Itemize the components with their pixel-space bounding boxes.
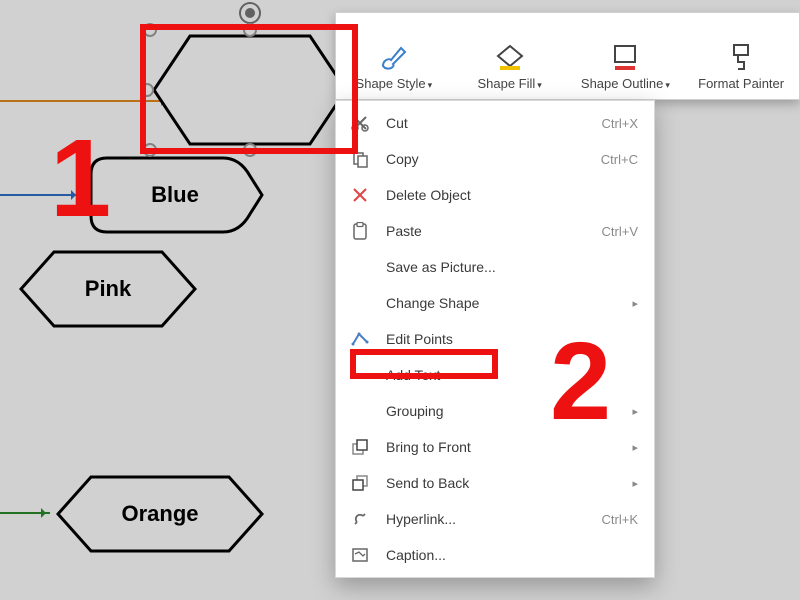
handle-sw[interactable] (143, 143, 157, 157)
shape-fill-label: Shape Fill (477, 76, 535, 91)
edit-points-icon (350, 329, 370, 349)
menu-caption-label: Caption... (386, 547, 446, 563)
menu-cut-shortcut: Ctrl+X (602, 116, 638, 131)
arrow-green (0, 512, 50, 514)
hyperlink-icon (350, 509, 370, 529)
menu-save-as-picture-label: Save as Picture... (386, 259, 496, 275)
menu-cut[interactable]: Cut Ctrl+X (336, 105, 654, 141)
shape-orange[interactable]: Orange (55, 475, 265, 553)
menu-add-text-label: Add Text (386, 367, 440, 383)
menu-bring-to-front-label: Bring to Front (386, 439, 471, 455)
menu-copy-shortcut: Ctrl+C (601, 152, 638, 167)
delete-icon (350, 185, 370, 205)
menu-copy[interactable]: Copy Ctrl+C (336, 141, 654, 177)
shape-style-label: Shape Style (356, 76, 426, 91)
shape-blue-label: Blue (151, 182, 199, 208)
format-painter-icon (726, 42, 756, 70)
format-painter-label: Format Painter (698, 76, 784, 91)
shape-fill-button[interactable]: Shape Fill▾ (452, 13, 568, 99)
menu-copy-label: Copy (386, 151, 419, 167)
menu-cut-label: Cut (386, 115, 408, 131)
menu-delete-label: Delete Object (386, 187, 471, 203)
menu-change-shape[interactable]: Change Shape ▸ (336, 285, 654, 321)
handle-nw[interactable] (143, 23, 157, 37)
menu-delete-object[interactable]: Delete Object (336, 177, 654, 213)
menu-change-shape-label: Change Shape (386, 295, 479, 311)
handle-n[interactable] (243, 23, 257, 37)
menu-send-to-back[interactable]: Send to Back ▸ (336, 465, 654, 501)
menu-edit-points-label: Edit Points (386, 331, 453, 347)
submenu-arrow-icon: ▸ (632, 405, 638, 418)
menu-grouping-label: Grouping (386, 403, 444, 419)
menu-paste[interactable]: Paste Ctrl+V (336, 213, 654, 249)
handle-s[interactable] (243, 143, 257, 157)
submenu-arrow-icon: ▸ (632, 297, 638, 310)
menu-hyperlink-shortcut: Ctrl+K (602, 512, 638, 527)
menu-save-as-picture[interactable]: Save as Picture... (336, 249, 654, 285)
send-to-back-icon (350, 473, 370, 493)
annotation-number-1: 1 (50, 115, 111, 242)
submenu-arrow-icon: ▸ (632, 477, 638, 490)
paste-icon (350, 221, 370, 241)
shape-orange-label: Orange (121, 501, 198, 527)
cut-icon (350, 113, 370, 133)
fill-icon (495, 42, 525, 70)
shape-toolbar: Shape Style▾ Shape Fill▾ Shape Outline▾ … (335, 12, 800, 100)
shape-style-button[interactable]: Shape Style▾ (336, 13, 452, 99)
selected-shape[interactable] (150, 30, 350, 150)
brush-icon (379, 42, 409, 70)
menu-caption[interactable]: Caption... (336, 537, 654, 573)
outline-icon (610, 42, 640, 70)
annotation-number-2: 2 (550, 318, 611, 445)
shape-pink-label: Pink (85, 276, 131, 302)
arrow-orange (0, 100, 170, 102)
shape-blue[interactable]: Blue (85, 156, 265, 234)
rotate-handle[interactable] (241, 4, 259, 22)
menu-hyperlink[interactable]: Hyperlink... Ctrl+K (336, 501, 654, 537)
menu-paste-shortcut: Ctrl+V (602, 224, 638, 239)
menu-hyperlink-label: Hyperlink... (386, 511, 456, 527)
shape-outline-label: Shape Outline (581, 76, 663, 91)
bring-to-front-icon (350, 437, 370, 457)
submenu-arrow-icon: ▸ (632, 441, 638, 454)
copy-icon (350, 149, 370, 169)
menu-send-to-back-label: Send to Back (386, 475, 469, 491)
format-painter-button[interactable]: Format Painter (683, 13, 799, 99)
shape-outline-button[interactable]: Shape Outline▾ (568, 13, 684, 99)
handle-w[interactable] (140, 83, 154, 97)
shape-pink[interactable]: Pink (18, 250, 198, 328)
caption-icon (350, 545, 370, 565)
menu-paste-label: Paste (386, 223, 422, 239)
